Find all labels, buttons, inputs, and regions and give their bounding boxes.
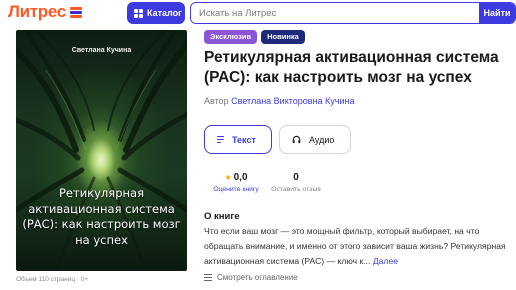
cover-title: Ретикулярная активационная система (РАС)… bbox=[22, 186, 181, 247]
format-audio-button[interactable]: Аудио bbox=[279, 125, 351, 154]
rating-block[interactable]: ★ 0,0 Оцените книгу bbox=[204, 171, 268, 193]
book-meta: Объем 110 страниц · 0+ bbox=[16, 276, 89, 283]
about-text: Что если ваш мозг — это мощный фильтр, к… bbox=[204, 224, 516, 269]
book-title: Ретикулярная активационная система (РАС)… bbox=[204, 49, 499, 86]
text-lines-icon bbox=[217, 136, 224, 144]
format-text-button[interactable]: Текст bbox=[204, 125, 272, 154]
catalog-button[interactable]: Каталог bbox=[127, 2, 185, 24]
about-body: Что если ваш мозг — это мощный фильтр, к… bbox=[204, 226, 506, 266]
badge-exclusive[interactable]: Эксклюзив bbox=[204, 30, 258, 44]
more-link[interactable]: Далее bbox=[373, 256, 398, 266]
headphones-icon bbox=[292, 135, 301, 144]
cover-author: Светлана Кучина bbox=[71, 47, 132, 54]
author-link[interactable]: Светлана Викторовна Кучина bbox=[231, 96, 354, 106]
search-button[interactable]: Найти bbox=[479, 3, 515, 23]
logo-text: Литрес bbox=[8, 2, 66, 21]
book-cover[interactable]: Светлана Кучина Ретикулярная активационн… bbox=[16, 30, 187, 271]
format-text-label: Текст bbox=[232, 134, 256, 145]
list-icon bbox=[204, 274, 212, 281]
badge-new[interactable]: Новинка bbox=[261, 30, 305, 44]
format-audio-label: Аудио bbox=[309, 134, 335, 145]
logo-mark-icon bbox=[69, 6, 82, 18]
toc-label: Смотреть оглавление bbox=[217, 273, 298, 282]
litres-logo[interactable]: Литрес bbox=[8, 2, 82, 22]
catalog-label: Каталог bbox=[147, 8, 182, 18]
rate-book-link[interactable]: Оцените книгу bbox=[204, 186, 268, 193]
author-prefix: Автор bbox=[204, 96, 229, 106]
search-input[interactable] bbox=[191, 3, 479, 23]
rating-value: 0,0 bbox=[233, 172, 248, 183]
grid-icon bbox=[134, 8, 143, 18]
star-icon: ★ bbox=[224, 173, 232, 182]
about-heading: О книге bbox=[204, 211, 240, 222]
search-bar: Найти bbox=[190, 2, 516, 24]
reviews-block[interactable]: 0 Оставить отзыв bbox=[266, 171, 326, 193]
site-header: Литрес Каталог Найти bbox=[0, 0, 516, 26]
author-line: Автор Светлана Викторовна Кучина bbox=[204, 96, 354, 106]
leave-review-link[interactable]: Оставить отзыв bbox=[266, 186, 326, 193]
reviews-count: 0 bbox=[293, 172, 299, 183]
toc-link[interactable]: Смотреть оглавление bbox=[204, 273, 298, 282]
badges: Эксклюзив Новинка bbox=[204, 30, 305, 44]
